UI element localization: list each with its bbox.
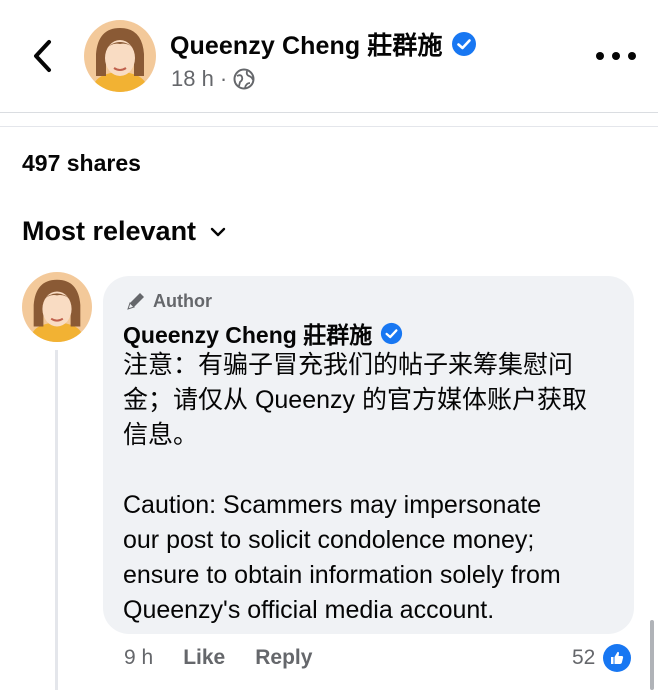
reaction-count: 52 [572, 646, 596, 669]
reply-button[interactable]: Reply [255, 646, 312, 670]
comment-sort-dropdown[interactable]: Most relevant [22, 216, 226, 247]
post-time[interactable]: 18 h [171, 66, 214, 92]
commenter-avatar[interactable] [22, 272, 92, 342]
more-horizontal-icon [596, 52, 604, 60]
meta-separator: · [219, 66, 228, 91]
shares-count[interactable]: 497 shares [22, 150, 141, 177]
chevron-left-icon [34, 40, 51, 72]
author-badge-label: Author [153, 290, 212, 311]
reaction-summary[interactable]: 52 [572, 644, 632, 672]
post-header: Queenzy Cheng 莊群施 18 h · [0, 0, 658, 112]
comment-line: 注意：有骗子冒充我们的帖子来筹集慰问 [123, 351, 574, 379]
sort-label: Most relevant [22, 216, 197, 246]
verified-badge-icon [381, 322, 403, 344]
divider [0, 126, 658, 127]
comment-line: our post to solicit condolence money; [123, 526, 535, 554]
thread-line [55, 350, 58, 690]
author-name[interactable]: Queenzy Cheng 莊群施 [170, 26, 477, 62]
author-name-text[interactable]: Queenzy Cheng 莊群施 [170, 26, 443, 62]
author-avatar[interactable] [84, 20, 156, 92]
comment-bubble: Author Queenzy Cheng 莊群施 注意：有骗子冒充我们的帖子来筹… [103, 276, 634, 634]
comment-line: Queenzy's official media account. [123, 596, 495, 624]
comment-time[interactable]: 9 h [124, 646, 153, 670]
thumbs-up-icon [603, 644, 632, 672]
more-options-button[interactable] [596, 44, 636, 68]
comment-line: 金；请仅从 Queenzy 的官方媒体账户获取 [123, 386, 587, 414]
verified-badge-icon [451, 32, 476, 56]
post-meta: 18 h · [171, 66, 255, 92]
comment-actions: 9 h Like Reply [124, 646, 342, 670]
scrollbar[interactable] [650, 620, 654, 690]
pen-icon [127, 293, 144, 310]
comment-line: ensure to obtain information solely from [123, 561, 561, 589]
comment-line: Caution: Scammers may impersonate [123, 491, 542, 519]
commenter-name-text[interactable]: Queenzy Cheng 莊群施 [123, 316, 372, 350]
globe-icon [233, 68, 255, 90]
like-button[interactable]: Like [183, 646, 225, 670]
chevron-down-icon [210, 227, 226, 236]
author-badge: Author [125, 290, 212, 312]
commenter-name[interactable]: Queenzy Cheng 莊群施 [123, 316, 403, 350]
comment-line: 信息。 [123, 421, 199, 449]
back-button[interactable] [26, 36, 58, 76]
comment-text: 注意：有骗子冒充我们的帖子来筹集慰问 金；请仅从 Queenzy 的官方媒体账户… [123, 348, 623, 628]
divider [0, 112, 658, 113]
